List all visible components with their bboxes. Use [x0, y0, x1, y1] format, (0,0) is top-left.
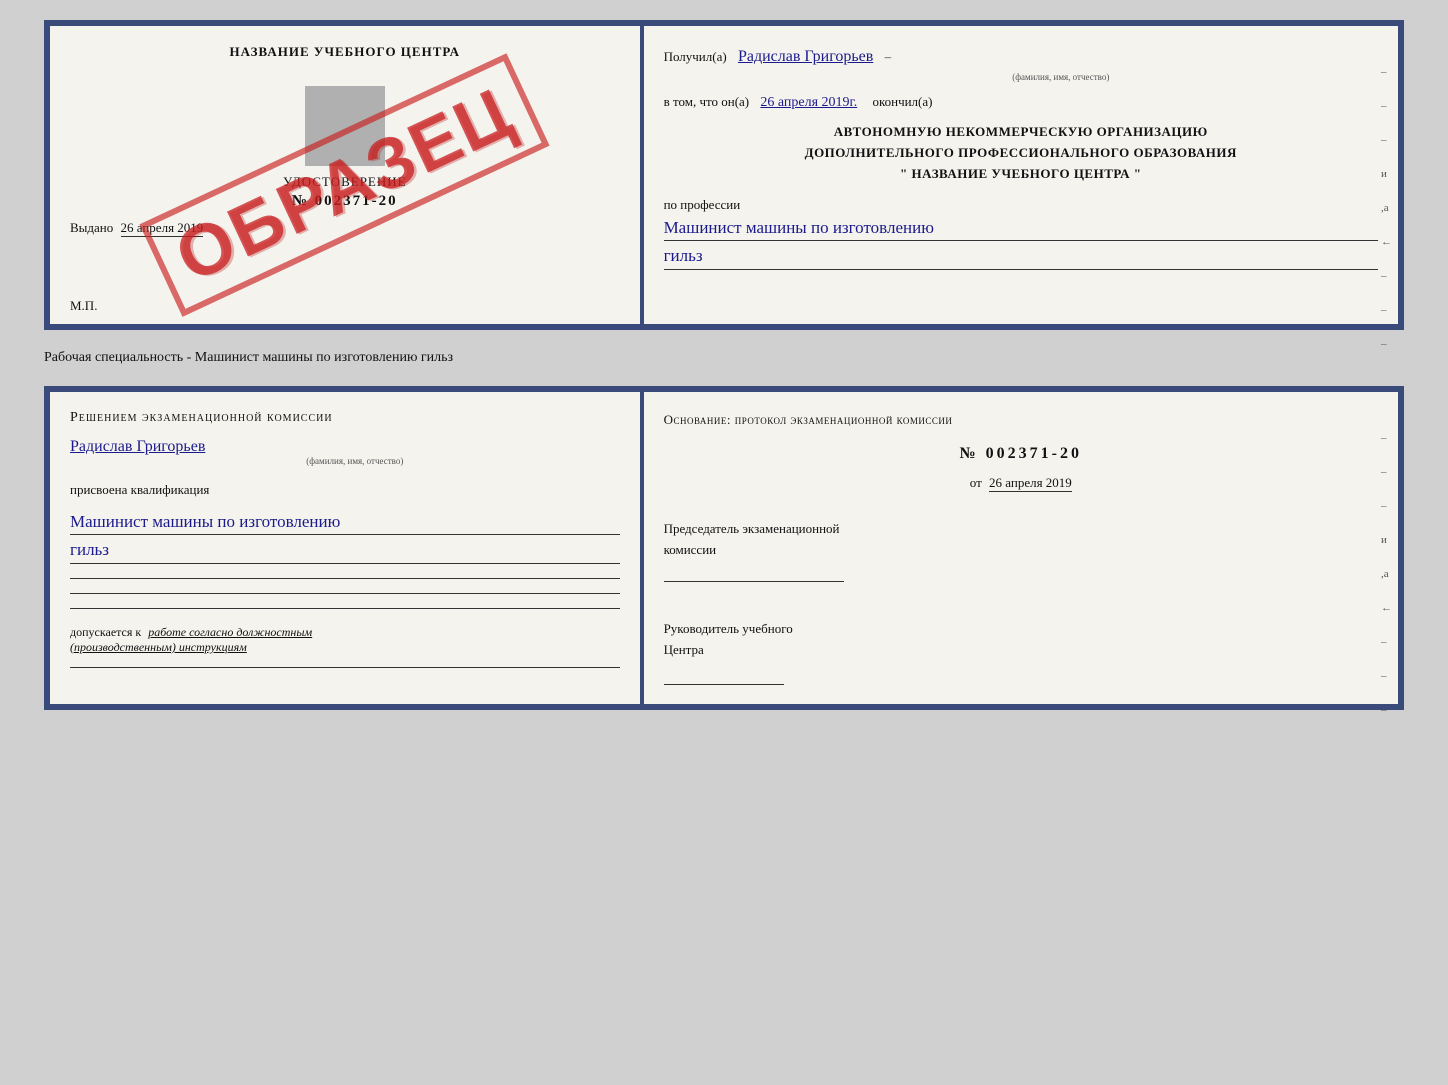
date-value: 26 апреля 2019г. [760, 95, 857, 110]
допускается-value: работе согласно должностным [148, 625, 312, 639]
bottom-right-panel: – – – и ,а ← – – – Основание: протокол э… [644, 392, 1398, 704]
chairman-label: Председатель экзаменационной [664, 519, 1378, 540]
top-left-title: НАЗВАНИЕ УЧЕБНОГО ЦЕНТРА [70, 44, 620, 60]
cert-block: УДОСТОВЕРЕНИЕ № 002371-20 [70, 78, 620, 210]
profession-label: по профессии [664, 197, 1378, 213]
допускается-line2: (производственным) инструкциям [70, 640, 247, 654]
head-block: Руководитель учебного Центра [664, 619, 1378, 690]
bottom-person-name: Радислав Григорьев [70, 438, 205, 455]
basis-label: Основание: протокол экзаменационной коми… [664, 410, 1378, 431]
qualification-line2: гильз [70, 537, 620, 564]
issued-date: 26 апреля 2019 [121, 220, 204, 237]
decision-header: Решением экзаменационной комиссии [70, 410, 620, 426]
extra-lines [70, 578, 620, 609]
bottom-date-label: от [970, 475, 982, 490]
bottom-edge-marks: – – – и ,а ← – – – [1381, 432, 1392, 716]
head-sig-line [664, 667, 784, 685]
date-row: в том, что он(а) 26 апреля 2019г. окончи… [664, 92, 1378, 114]
document-top: НАЗВАНИЕ УЧЕБНОГО ЦЕНТРА ОБРАЗЕЦ УДОСТОВ… [44, 20, 1404, 330]
date-label: в том, что он(а) [664, 94, 750, 109]
chairman-label2: комиссии [664, 540, 1378, 561]
middle-label: Рабочая специальность - Машинист машины … [44, 348, 1404, 368]
bottom-date-row: от 26 апреля 2019 [664, 475, 1378, 491]
qualification-label: присвоена квалификация [70, 480, 620, 501]
profession-line2: гильз [664, 243, 1378, 270]
edge-marks: – – – и ,а ← – – – [1381, 66, 1392, 350]
photo-placeholder [305, 86, 385, 166]
person-name-block: Радислав Григорьев (фамилия, имя, отчест… [70, 438, 620, 466]
top-left-panel: НАЗВАНИЕ УЧЕБНОГО ЦЕНТРА ОБРАЗЕЦ УДОСТОВ… [50, 26, 640, 324]
mp-row: М.П. [70, 298, 97, 314]
name-caption: (фамилия, имя, отчество) [744, 70, 1378, 84]
line3 [70, 608, 620, 609]
bottom-date-value: 26 апреля 2019 [989, 475, 1072, 492]
org-line2: ДОПОЛНИТЕЛЬНОГО ПРОФЕССИОНАЛЬНОГО ОБРАЗО… [664, 143, 1378, 164]
org-line1: АВТОНОМНУЮ НЕКОММЕРЧЕСКУЮ ОРГАНИЗАЦИЮ [664, 122, 1378, 143]
chairman-block: Председатель экзаменационной комиссии [664, 519, 1378, 588]
issued-label: Выдано [70, 220, 113, 235]
допускается-block: допускается к работе согласно должностны… [70, 625, 620, 655]
received-label: Получил(а) [664, 49, 727, 64]
bottom-name-caption: (фамилия, имя, отчество) [90, 456, 620, 466]
head-label: Руководитель учебного [664, 619, 1378, 640]
org-block: АВТОНОМНУЮ НЕКОММЕРЧЕСКУЮ ОРГАНИЗАЦИЮ ДО… [664, 122, 1378, 184]
qualification-value-block: Машинист машины по изготовлению гильз [70, 507, 620, 564]
document-bottom: Решением экзаменационной комиссии Радисл… [44, 386, 1404, 710]
profession-value: Машинист машины по изготовлению [664, 215, 1378, 242]
org-line3: " НАЗВАНИЕ УЧЕБНОГО ЦЕНТРА " [664, 164, 1378, 185]
recipient-name: Радислав Григорьев [738, 48, 873, 65]
bottom-line [70, 667, 620, 668]
chairman-sig-line [664, 564, 844, 582]
cert-number: № 002371-20 [292, 193, 398, 210]
line2 [70, 593, 620, 594]
received-row: Получил(а) Радислав Григорьев – (фамилия… [664, 44, 1378, 84]
top-right-panel: – – – и ,а ← – – – Получил(а) Радислав Г… [644, 26, 1398, 324]
finished-label: окончил(а) [872, 94, 932, 109]
bottom-number: № 002371-20 [664, 445, 1378, 463]
head-label2: Центра [664, 640, 1378, 661]
qualification-value: Машинист машины по изготовлению [70, 509, 620, 536]
issued-row: Выдано 26 апреля 2019 [70, 220, 620, 236]
cert-label: УДОСТОВЕРЕНИЕ [283, 174, 407, 190]
line1 [70, 578, 620, 579]
допускается-label: допускается к [70, 625, 141, 639]
profession-block: по профессии Машинист машины по изготовл… [664, 197, 1378, 270]
bottom-left-panel: Решением экзаменационной комиссии Радисл… [50, 392, 640, 704]
